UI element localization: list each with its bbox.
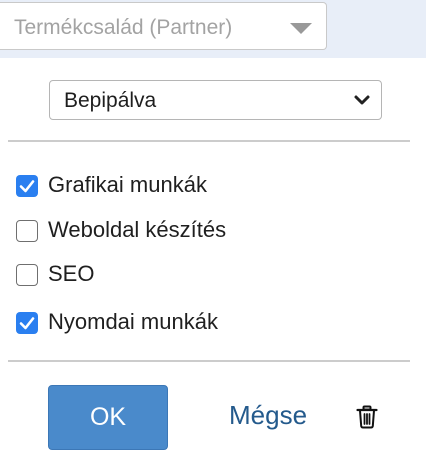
checkbox-weboldal[interactable] bbox=[16, 220, 38, 242]
option-label-weboldal: Weboldal készítés bbox=[48, 217, 227, 242]
divider-top bbox=[8, 140, 410, 142]
option-row-seo[interactable]: SEO bbox=[14, 260, 394, 290]
chevron-down-icon bbox=[354, 95, 370, 105]
filter-header: Termékcsalád (Partner) bbox=[0, 0, 426, 58]
cancel-link[interactable]: Mégse bbox=[229, 400, 307, 431]
checkmark-icon bbox=[19, 317, 35, 330]
trash-icon[interactable] bbox=[355, 405, 379, 429]
divider-bottom bbox=[8, 360, 410, 362]
caret-down-icon bbox=[290, 23, 312, 34]
option-row-nyomdai[interactable]: Nyomdai munkák bbox=[14, 308, 394, 338]
checkbox-grafikai[interactable] bbox=[16, 175, 38, 197]
option-label-seo: SEO bbox=[48, 261, 95, 286]
option-row-grafikai[interactable]: Grafikai munkák bbox=[14, 171, 394, 201]
filter-dropdown-panel: Bepipálva Grafikai munkák Weboldal készí… bbox=[0, 58, 426, 470]
product-family-placeholder: Termékcsalád (Partner) bbox=[14, 16, 233, 39]
option-label-grafikai: Grafikai munkák bbox=[48, 172, 207, 197]
product-family-select[interactable]: Termékcsalád (Partner) bbox=[0, 2, 327, 50]
ok-button[interactable]: OK bbox=[48, 385, 168, 450]
option-row-weboldal[interactable]: Weboldal készítés bbox=[14, 216, 394, 246]
checkbox-nyomdai[interactable] bbox=[16, 312, 38, 334]
checkmark-icon bbox=[19, 180, 35, 193]
status-select[interactable]: Bepipálva bbox=[49, 80, 382, 120]
status-select-value: Bepipálva bbox=[64, 89, 157, 112]
checkbox-seo[interactable] bbox=[16, 264, 38, 286]
option-label-nyomdai: Nyomdai munkák bbox=[48, 309, 218, 334]
